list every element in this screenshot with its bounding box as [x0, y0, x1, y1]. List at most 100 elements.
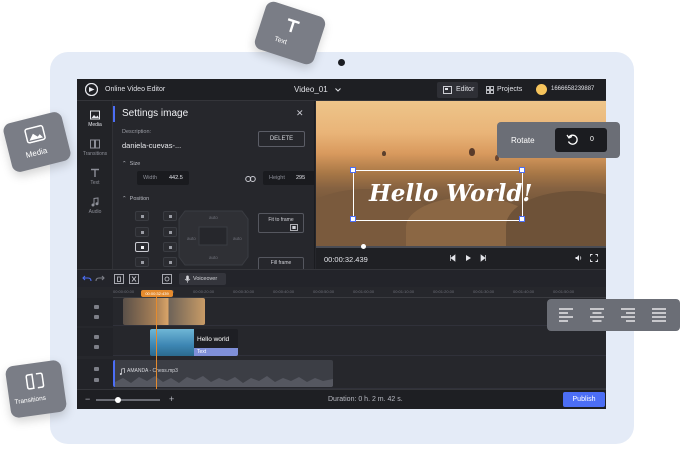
align-center-icon[interactable]: [589, 307, 605, 323]
height-field[interactable]: Height 295: [263, 171, 315, 185]
lock-icon[interactable]: [94, 315, 99, 319]
position-bottom-left[interactable]: [135, 242, 149, 252]
voiceover-button[interactable]: Voiceover: [179, 273, 226, 285]
image-icon: [24, 124, 46, 144]
position-top-center[interactable]: [163, 211, 177, 221]
fullscreen-icon[interactable]: [590, 254, 598, 262]
video-clip[interactable]: [123, 298, 205, 325]
lock-icon[interactable]: [94, 378, 99, 382]
position-bottom-center[interactable]: [163, 242, 177, 252]
text-overlay-box[interactable]: Hello World!: [350, 167, 533, 222]
project-name[interactable]: Video_01: [294, 85, 328, 94]
nav-item-label: Audio: [88, 209, 102, 215]
resize-handle[interactable]: [519, 216, 525, 222]
align-justify-icon[interactable]: [651, 307, 667, 323]
height-label: Height: [269, 175, 285, 181]
rotate-control[interactable]: 0: [555, 128, 607, 152]
position-below-center[interactable]: [163, 257, 177, 267]
auto-bottom-label: auto: [209, 255, 218, 260]
volume-icon[interactable]: [94, 367, 99, 371]
resize-handle[interactable]: [350, 216, 356, 222]
microphone-icon: [184, 275, 191, 283]
audio-clip[interactable]: AMANDA - Chess.mp3: [113, 360, 333, 387]
zoom-slider-knob[interactable]: [115, 397, 121, 403]
chevron-down-icon[interactable]: [334, 86, 342, 94]
scrubber[interactable]: [316, 244, 606, 249]
ruler-tick: 00:01:00.00: [353, 289, 375, 294]
close-icon[interactable]: ✕: [296, 108, 304, 119]
audio-waveform: [115, 376, 333, 387]
nav-item-text[interactable]: Text: [77, 165, 113, 191]
next-frame-icon[interactable]: [479, 254, 487, 262]
nav-item-audio[interactable]: Audio: [77, 194, 113, 220]
rotate-icon: [566, 134, 578, 145]
volume-icon[interactable]: [575, 254, 583, 262]
text-clip-tag[interactable]: Text: [194, 348, 238, 356]
resize-handle[interactable]: [350, 167, 356, 173]
previous-frame-icon[interactable]: [449, 254, 457, 262]
resize-handle[interactable]: [519, 167, 525, 173]
position-middle-center[interactable]: [163, 227, 177, 237]
playhead[interactable]: [156, 297, 157, 389]
link-icon[interactable]: [245, 175, 256, 183]
undo-icon[interactable]: [82, 274, 92, 284]
snap-icon[interactable]: [162, 274, 172, 284]
split-icon[interactable]: [129, 274, 139, 284]
scrubber-knob[interactable]: [361, 244, 366, 249]
avatar[interactable]: [536, 84, 547, 95]
position-middle-left[interactable]: [135, 227, 149, 237]
bottom-bar: − + Duration: 0 h. 2 m. 42 s. Publish: [77, 389, 606, 409]
trash-icon[interactable]: [114, 274, 124, 284]
timeline-ruler[interactable]: 00:00:00.00 00:00:10.00 00:00:20.00 00:0…: [113, 287, 606, 298]
align-left-icon[interactable]: [558, 307, 574, 323]
zoom-slider[interactable]: [96, 399, 160, 401]
ruler-tick: 00:00:40.00: [273, 289, 295, 294]
nav-item-transitions[interactable]: Transitions: [77, 136, 113, 162]
description-value: daniela-cuevas-...: [122, 141, 182, 150]
ruler-tick: 00:00:00.00: [113, 289, 135, 294]
lock-icon[interactable]: [94, 345, 99, 349]
playhead-time[interactable]: 00:00:32:439: [141, 290, 173, 297]
position-top-left[interactable]: [135, 211, 149, 221]
image-clip-label: Hello world: [197, 336, 230, 343]
redo-icon[interactable]: [95, 274, 105, 284]
transitions-icon: [25, 372, 45, 390]
tablet-camera: [338, 59, 345, 66]
rotate-panel: Rotate 0: [497, 122, 620, 158]
floating-transitions-label: Transitions: [14, 394, 47, 407]
width-field[interactable]: Width 442.5: [137, 171, 189, 185]
tab-editor[interactable]: Editor: [437, 82, 478, 98]
zoom-out-button[interactable]: −: [85, 394, 90, 404]
fit-frame-icon: [290, 224, 298, 231]
track-controls: [77, 359, 113, 389]
track-controls: [77, 298, 113, 326]
zoom-in-button[interactable]: +: [169, 394, 174, 404]
stage: Online Video Editor Video_01 Editor Proj…: [0, 0, 681, 452]
fit-to-frame-button[interactable]: Fit to frame: [258, 213, 304, 233]
grid-icon: [486, 86, 494, 94]
eye-icon[interactable]: [94, 305, 99, 309]
publish-button[interactable]: Publish: [563, 392, 605, 407]
tab-projects-label: Projects: [497, 86, 523, 93]
eye-icon[interactable]: [94, 335, 99, 339]
settings-title: Settings image: [122, 108, 189, 119]
ruler-tick: 00:01:30.00: [473, 289, 495, 294]
balloon-shape: [469, 148, 475, 156]
nav-item-media[interactable]: Media: [77, 107, 113, 133]
play-icon[interactable]: [464, 254, 472, 262]
size-section-header[interactable]: ⌃ Size: [122, 161, 140, 167]
settings-accent-bar: [113, 106, 115, 122]
left-nav: Media Transitions Text Audio: [77, 101, 113, 269]
tab-projects[interactable]: Projects: [483, 82, 525, 98]
position-grid: auto auto auto auto: [135, 209, 250, 267]
align-right-icon[interactable]: [620, 307, 636, 323]
position-below-left[interactable]: [135, 257, 149, 267]
overlay-text[interactable]: Hello World!: [369, 180, 533, 207]
image-clip[interactable]: Hello world Text: [150, 329, 238, 356]
timeline-toolbar: Voiceover: [77, 269, 606, 287]
position-section-header[interactable]: ⌃ Position: [122, 196, 149, 202]
delete-button[interactable]: DELETE: [258, 131, 305, 147]
text-align-panel: [547, 299, 680, 331]
size-section-label: Size: [129, 161, 141, 167]
ruler-tick: 00:00:30.00: [233, 289, 255, 294]
